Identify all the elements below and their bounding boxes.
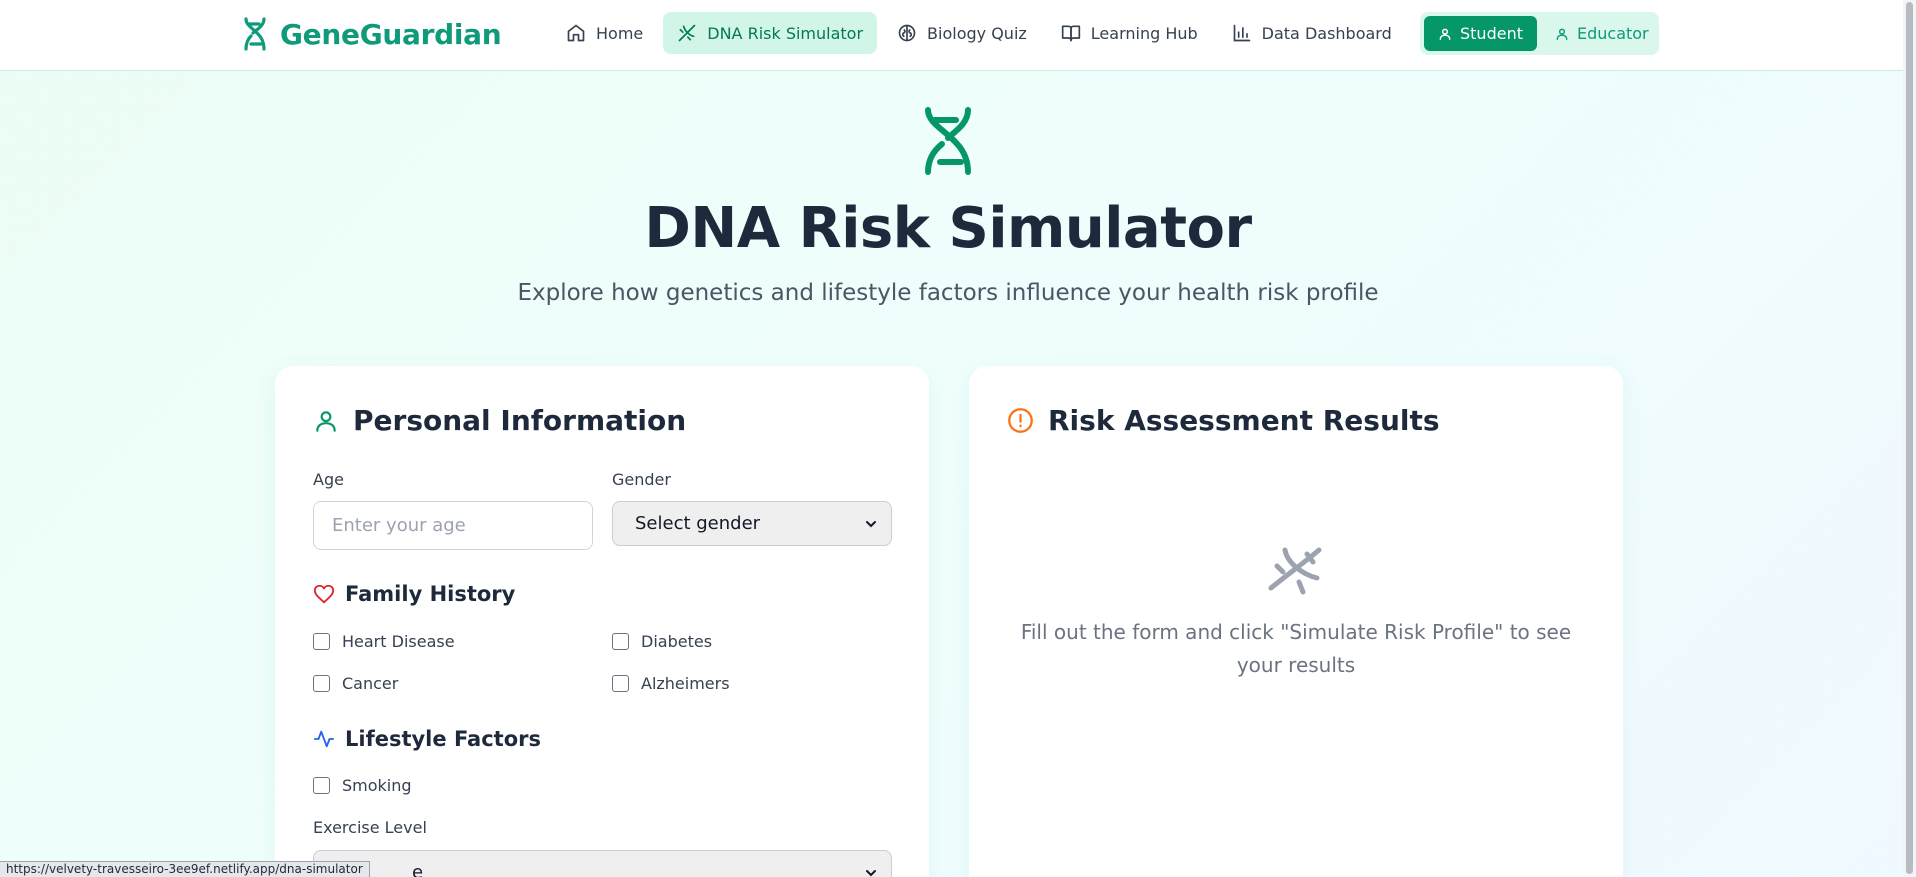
role-student-label: Student (1460, 24, 1523, 43)
personal-information-header: Personal Information (313, 404, 686, 437)
checkbox-diabetes[interactable]: Diabetes (612, 632, 712, 651)
nav-data-dashboard[interactable]: Data Dashboard (1218, 12, 1406, 54)
checkbox-cancer[interactable]: Cancer (313, 674, 398, 693)
top-nav: GeneGuardian Home DNA Risk Simulator Bio… (0, 0, 1916, 71)
exercise-level-select[interactable]: e (313, 850, 892, 877)
checkbox-alzheimers[interactable]: Alzheimers (612, 674, 730, 693)
heart-icon (313, 584, 335, 604)
user-icon (1556, 28, 1568, 40)
nav-learning-label: Learning Hub (1090, 23, 1198, 43)
lifestyle-factors-title: Lifestyle Factors (345, 727, 541, 751)
checkbox-diabetes-label: Diabetes (641, 632, 713, 651)
home-icon (567, 24, 585, 42)
personal-information-title: Personal Information (353, 404, 687, 437)
dna-placeholder-icon (1268, 547, 1322, 595)
risk-assessment-card: Risk Assessment Results Fill out the for… (969, 366, 1623, 877)
nav-home[interactable]: Home (552, 12, 657, 54)
chevron-down-icon (866, 520, 876, 527)
checkbox-smoking[interactable]: Smoking (313, 776, 412, 795)
role-educator-label: Educator (1576, 24, 1649, 43)
chevron-down-icon (866, 869, 876, 876)
family-history-header: Family History (313, 582, 515, 606)
risk-assessment-header: Risk Assessment Results (1007, 404, 1440, 437)
checkbox-heart-disease[interactable]: Heart Disease (313, 632, 455, 651)
scrollbar-thumb[interactable] (1906, 2, 1913, 874)
nav-dna-label: DNA Risk Simulator (707, 23, 864, 43)
results-empty-message: Fill out the form and click "Simulate Ri… (1020, 620, 1572, 677)
checkbox-box[interactable] (313, 633, 330, 650)
nav-quiz-label: Biology Quiz (927, 23, 1027, 43)
brain-icon (898, 24, 916, 42)
brand-name: GeneGuardian (280, 17, 502, 51)
nav-learning-hub[interactable]: Learning Hub (1047, 12, 1212, 54)
nav-dashboard-label: Data Dashboard (1261, 23, 1392, 43)
page-title: DNA Risk Simulator (644, 196, 1252, 261)
risk-assessment-title: Risk Assessment Results (1048, 404, 1440, 437)
nav-home-label: Home (596, 23, 644, 43)
age-label: Age (313, 470, 344, 489)
family-history-title: Family History (345, 582, 516, 606)
user-icon (316, 410, 336, 432)
page-subtitle: Explore how genetics and lifestyle facto… (517, 280, 1379, 306)
lifestyle-factors-header: Lifestyle Factors (313, 727, 541, 751)
status-bar-url: https://velvety-travesseiro-3ee9ef.netli… (0, 861, 370, 877)
dna-hero-icon (925, 107, 971, 175)
nav-biology-quiz[interactable]: Biology Quiz (883, 12, 1041, 54)
gender-select-value: Select gender (635, 513, 761, 534)
role-student-button[interactable]: Student (1424, 16, 1537, 51)
checkbox-box[interactable] (612, 675, 629, 692)
dna-logo-icon (244, 17, 266, 51)
activity-icon (313, 730, 335, 748)
brand-logo[interactable]: GeneGuardian (242, 14, 502, 54)
book-icon (1061, 25, 1080, 42)
checkbox-box[interactable] (313, 777, 330, 794)
checkbox-smoking-label: Smoking (342, 776, 412, 795)
exercise-level-label: Exercise Level (313, 818, 427, 837)
age-input[interactable] (313, 501, 593, 550)
checkbox-box[interactable] (612, 633, 629, 650)
dna-icon (678, 24, 696, 42)
role-switch: Student Educator (1420, 12, 1659, 55)
personal-information-card: Personal Information Age Gender Select g… (275, 366, 929, 877)
checkbox-cancer-label: Cancer (342, 674, 399, 693)
nav-dna-risk-simulator[interactable]: DNA Risk Simulator (663, 12, 878, 54)
nav-links: Home DNA Risk Simulator Biology Quiz Lea… (552, 12, 1406, 54)
checkbox-heart-disease-label: Heart Disease (342, 632, 455, 651)
role-educator-button[interactable]: Educator (1541, 16, 1663, 51)
checkbox-box[interactable] (313, 675, 330, 692)
gender-select[interactable]: Select gender (612, 501, 892, 546)
user-icon (1439, 28, 1451, 40)
page-scrollbar[interactable] (1903, 0, 1916, 877)
alert-circle-icon (1008, 408, 1033, 433)
checkbox-alzheimers-label: Alzheimers (641, 674, 730, 693)
bar-chart-icon (1233, 24, 1250, 42)
gender-label: Gender (612, 470, 671, 489)
